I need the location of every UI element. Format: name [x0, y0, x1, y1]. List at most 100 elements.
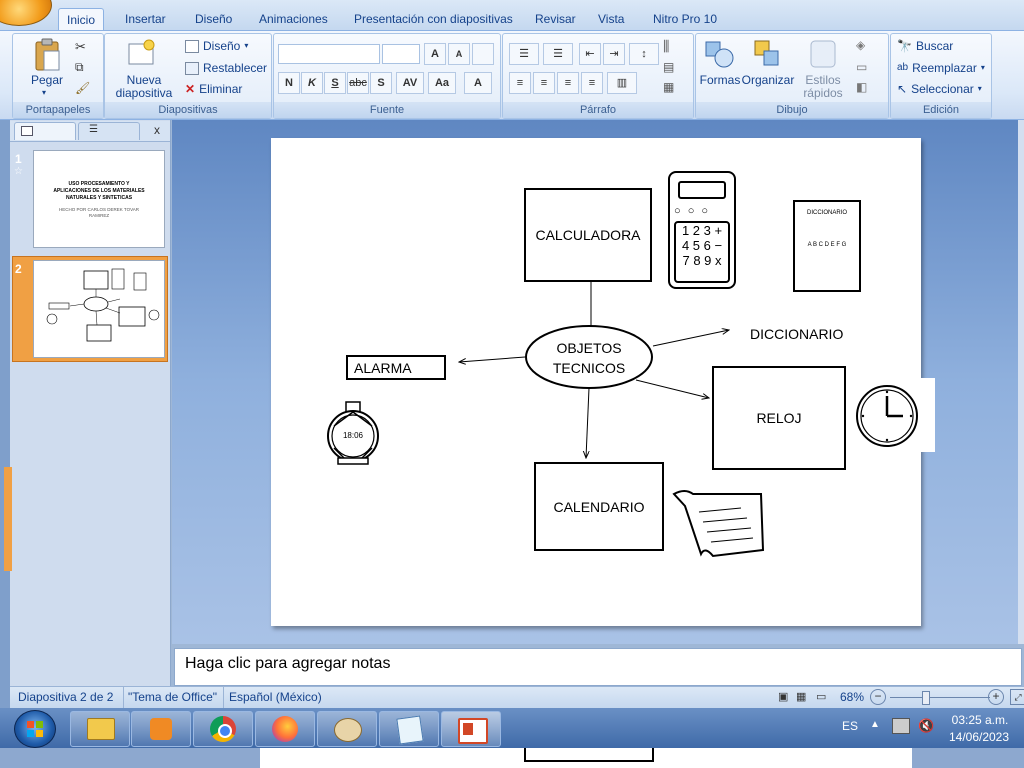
calculadora-box[interactable]: CALCULADORA: [524, 188, 652, 282]
font-family-select[interactable]: [278, 44, 380, 64]
taskbar-chrome[interactable]: [193, 711, 253, 747]
columns-button[interactable]: ▥: [607, 72, 637, 94]
taskbar-media[interactable]: [131, 711, 191, 747]
clock-date[interactable]: 14/06/2023: [946, 730, 1012, 744]
zoom-level[interactable]: 68%: [840, 690, 864, 704]
layout-label: Diseño: [203, 39, 241, 53]
layout-icon: [185, 39, 199, 53]
taskbar-notepad[interactable]: [379, 711, 439, 747]
status-language[interactable]: Español (México): [229, 690, 322, 704]
align-text-icon[interactable]: ▤: [663, 60, 674, 74]
zoom-slider-thumb[interactable]: [922, 691, 930, 705]
numbering-button[interactable]: ☰: [543, 43, 573, 65]
close-panel-button[interactable]: x: [154, 123, 160, 137]
tab-revisar[interactable]: Revisar: [527, 8, 584, 30]
tab-presentacion[interactable]: Presentación con diapositivas: [346, 8, 521, 30]
shape-outline-icon[interactable]: ▭: [856, 60, 867, 74]
increase-indent-button[interactable]: ⇥: [603, 43, 625, 65]
tab-animaciones[interactable]: Animaciones: [251, 8, 336, 30]
clear-format-button[interactable]: [472, 43, 494, 65]
alarm-clock-icon[interactable]: 18:06: [326, 400, 382, 466]
tab-diseno[interactable]: Diseño: [187, 8, 240, 30]
layout-button[interactable]: Diseño ▾: [185, 36, 248, 56]
slide-thumbnail-1[interactable]: USO PROCESAMIENTO Y APLICACIONES DE LOS …: [33, 150, 165, 248]
reloj-box[interactable]: RELOJ: [712, 366, 846, 470]
fit-to-window-icon[interactable]: ⤢: [1010, 689, 1024, 705]
zoom-out-button[interactable]: −: [870, 689, 886, 705]
volume-muted-icon[interactable]: 🔇: [918, 718, 934, 734]
shape-effects-icon[interactable]: ◧: [856, 80, 867, 94]
zoom-in-button[interactable]: +: [988, 689, 1004, 705]
slide-sorter-icon[interactable]: ▦: [796, 690, 806, 703]
tab-outline[interactable]: ☰: [78, 122, 140, 140]
dictionary-book-icon[interactable]: DICCIONARIO A B C D E F G: [793, 200, 861, 292]
slide-canvas[interactable]: OBJETOS TECNICOS CALCULADORA ALARMA RELO…: [271, 138, 935, 626]
align-left-button[interactable]: ≡: [509, 72, 531, 94]
taskbar-powerpoint[interactable]: [441, 711, 501, 747]
bullets-button[interactable]: ☰: [509, 43, 539, 65]
justify-button[interactable]: ≡: [581, 72, 603, 94]
clock-icon[interactable]: [851, 378, 935, 452]
align-right-button[interactable]: ≡: [557, 72, 579, 94]
replace-label: Reemplazar: [912, 61, 977, 75]
grow-font-button[interactable]: A: [424, 43, 446, 65]
tab-insertar[interactable]: Insertar: [117, 8, 174, 30]
paste-dropdown-icon[interactable]: ▾: [42, 88, 46, 97]
start-button[interactable]: [14, 710, 56, 748]
shrink-font-button[interactable]: A: [448, 43, 470, 65]
replace-button[interactable]: ab Reemplazar ▾: [897, 58, 985, 78]
slide-thumbnail-2[interactable]: [33, 260, 165, 358]
find-button[interactable]: 🔭 Buscar: [897, 36, 953, 56]
calculator-icon[interactable]: ○ ○ ○ 1 2 3 + 4 5 6 − 7 8 9 x: [668, 171, 736, 289]
diccionario-label[interactable]: DICCIONARIO: [750, 326, 843, 342]
clock-time[interactable]: 03:25 a.m.: [950, 713, 1010, 727]
quick-styles-label-2[interactable]: rápidos: [798, 87, 848, 100]
char-spacing-button[interactable]: AV: [396, 72, 424, 94]
copy-icon[interactable]: ⧉: [75, 60, 84, 75]
shape-fill-icon[interactable]: ◈: [856, 38, 865, 52]
input-language[interactable]: ES: [842, 719, 858, 733]
slideshow-icon[interactable]: ▭: [816, 690, 826, 703]
tab-vista[interactable]: Vista: [590, 8, 632, 30]
italic-button[interactable]: K: [301, 72, 323, 94]
change-case-button[interactable]: Aa: [428, 72, 456, 94]
decrease-indent-button[interactable]: ⇤: [579, 43, 601, 65]
notes-placeholder[interactable]: Haga clic para agregar notas: [185, 655, 390, 673]
delete-slide-button[interactable]: ✕ Eliminar: [185, 79, 242, 99]
zoom-slider-track[interactable]: [890, 697, 990, 698]
status-theme[interactable]: "Tema de Office": [128, 690, 217, 704]
align-center-button[interactable]: ≡: [533, 72, 555, 94]
vertical-scrollbar[interactable]: [1018, 120, 1024, 644]
text-direction-icon[interactable]: ⫼: [663, 38, 669, 55]
underline-button[interactable]: S: [324, 72, 346, 94]
normal-view-icon[interactable]: ▣: [778, 690, 788, 703]
network-icon[interactable]: [892, 718, 910, 734]
bold-button[interactable]: N: [278, 72, 300, 94]
format-painter-icon[interactable]: 🖌: [75, 81, 90, 95]
taskbar-firefox[interactable]: [255, 711, 315, 747]
reset-button[interactable]: Restablecer: [185, 58, 267, 78]
notes-pane[interactable]: Haga clic para agregar notas: [174, 648, 1022, 686]
smartart-icon[interactable]: ▦: [663, 80, 674, 94]
paper-roll-icon[interactable]: [671, 488, 767, 560]
arrange-button[interactable]: Organizar: [740, 74, 796, 87]
tab-nitro[interactable]: Nitro Pro 10: [645, 8, 725, 30]
paste-button[interactable]: Pegar: [27, 74, 67, 87]
tab-inicio[interactable]: Inicio: [58, 8, 105, 31]
select-button[interactable]: ↖ Seleccionar ▾: [897, 79, 982, 99]
strikethrough-button[interactable]: abc: [347, 72, 369, 94]
shapes-button[interactable]: Formas: [698, 74, 742, 87]
shadow-button[interactable]: S: [370, 72, 392, 94]
font-color-button[interactable]: A: [464, 72, 492, 94]
new-slide-label-2[interactable]: diapositiva: [109, 87, 179, 100]
alarma-box[interactable]: ALARMA: [346, 355, 446, 380]
show-hidden-icons[interactable]: ▲: [870, 719, 880, 730]
taskbar-explorer[interactable]: [70, 711, 130, 747]
tab-slides[interactable]: [14, 122, 76, 140]
calendario-box[interactable]: CALENDARIO: [534, 462, 664, 551]
font-size-select[interactable]: [382, 44, 420, 64]
line-spacing-button[interactable]: ↕: [629, 43, 659, 65]
center-line1: OBJETOS: [556, 340, 622, 356]
taskbar-paint[interactable]: [317, 711, 377, 747]
cut-icon[interactable]: ✂: [75, 39, 86, 55]
